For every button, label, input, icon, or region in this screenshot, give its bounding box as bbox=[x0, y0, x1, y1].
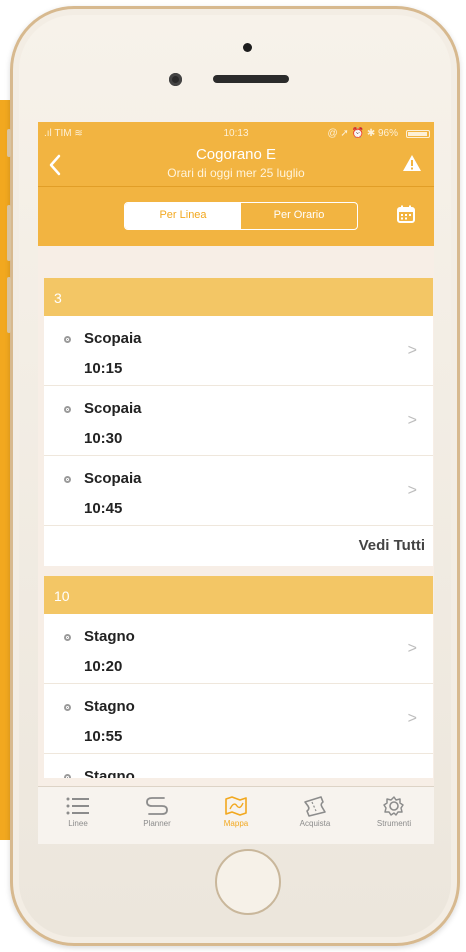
page-subtitle: Orari di oggi mer 25 luglio bbox=[167, 166, 305, 180]
volume-down-button bbox=[7, 277, 11, 333]
battery-level bbox=[408, 132, 428, 136]
per-linea-tab[interactable]: Per Linea bbox=[125, 203, 241, 229]
calendar-button[interactable] bbox=[396, 204, 418, 226]
departure-time: 10:45 bbox=[84, 500, 123, 517]
earpiece-speaker bbox=[213, 75, 289, 83]
warning-icon bbox=[403, 155, 421, 171]
departure-row[interactable]: Scopaia 10:45 > bbox=[44, 456, 433, 526]
status-icons: @ ➚ ⏰ ✱ 96% bbox=[327, 128, 399, 139]
list-icon bbox=[66, 797, 89, 815]
stop-dot-icon bbox=[64, 704, 71, 711]
departure-row[interactable]: Scopaia 10:30 > bbox=[44, 386, 433, 456]
status-bar: .ıl TIM ≋ 10:13 @ ➚ ⏰ ✱ 96% bbox=[38, 124, 434, 142]
per-orario-tab[interactable]: Per Orario bbox=[241, 203, 357, 229]
chevron-right-icon: > bbox=[407, 412, 417, 429]
departure-row[interactable]: Stagno 10:20 > bbox=[44, 614, 433, 684]
navigation-bar: Cogorano E Orari di oggi mer 25 luglio bbox=[38, 142, 434, 186]
stop-dot-icon bbox=[64, 476, 71, 483]
tab-planner[interactable]: Planner bbox=[117, 791, 197, 841]
departure-time: 10:30 bbox=[84, 430, 123, 447]
departure-row[interactable]: Stagno 10:55 > bbox=[44, 684, 433, 754]
stop-dot-icon bbox=[64, 406, 71, 413]
schedule-list: 3 Scopaia 10:15 > Scopaia 10:30 > Scopai… bbox=[38, 246, 434, 778]
front-camera bbox=[169, 73, 182, 86]
chevron-right-icon: > bbox=[407, 640, 417, 657]
gear-icon bbox=[383, 796, 404, 816]
destination: Scopaia bbox=[84, 330, 142, 347]
tab-label: Mappa bbox=[223, 819, 249, 828]
ticket-icon bbox=[304, 796, 326, 817]
volume-up-button bbox=[7, 205, 11, 261]
tab-strumenti[interactable]: Strumenti bbox=[354, 791, 434, 841]
tab-label: Linee bbox=[68, 819, 88, 828]
proximity-sensor bbox=[243, 43, 252, 52]
departure-row[interactable]: Stagno > bbox=[44, 754, 433, 778]
stop-dot-icon bbox=[64, 774, 71, 778]
stop-dot-icon bbox=[64, 634, 71, 641]
header-divider bbox=[38, 186, 434, 187]
battery-icon bbox=[406, 130, 430, 138]
departure-time: 10:55 bbox=[84, 728, 123, 745]
chevron-right-icon: > bbox=[407, 482, 417, 499]
view-mode-segmented-control: Per Linea Per Orario bbox=[124, 202, 358, 230]
departure-row[interactable]: Scopaia 10:15 > bbox=[44, 316, 433, 386]
line-header: 10 bbox=[44, 576, 433, 614]
tab-label: Planner bbox=[143, 819, 171, 828]
chevron-right-icon: > bbox=[407, 710, 417, 727]
header: .ıl TIM ≋ 10:13 @ ➚ ⏰ ✱ 96% Cogorano E O… bbox=[38, 122, 434, 246]
route-icon bbox=[146, 797, 168, 815]
map-icon bbox=[225, 796, 247, 816]
tab-mappa[interactable]: Mappa bbox=[196, 791, 276, 841]
tab-label: Acquista bbox=[299, 819, 331, 828]
line-section: 3 Scopaia 10:15 > Scopaia 10:30 > Scopai… bbox=[44, 278, 433, 566]
chevron-right-icon: > bbox=[407, 342, 417, 359]
line-header: 3 bbox=[44, 278, 433, 316]
calendar-icon bbox=[397, 205, 415, 223]
destination: Scopaia bbox=[84, 470, 142, 487]
destination: Stagno bbox=[84, 698, 135, 715]
warning-button[interactable] bbox=[402, 154, 422, 174]
tab-acquista[interactable]: Acquista bbox=[275, 791, 355, 841]
app-screen: .ıl TIM ≋ 10:13 @ ➚ ⏰ ✱ 96% Cogorano E O… bbox=[38, 122, 434, 844]
page-title: Cogorano E bbox=[195, 146, 277, 163]
departure-time: 10:15 bbox=[84, 360, 123, 377]
tab-bar: Linee Planner Mappa Acquista Strumenti bbox=[38, 786, 434, 844]
home-button[interactable] bbox=[215, 849, 281, 915]
vedi-tutti-link[interactable]: Vedi Tutti bbox=[44, 526, 433, 566]
destination: Stagno bbox=[84, 628, 135, 645]
stop-dot-icon bbox=[64, 336, 71, 343]
mute-switch bbox=[7, 129, 11, 157]
destination: Scopaia bbox=[84, 400, 142, 417]
line-section: 10 Stagno 10:20 > Stagno 10:55 > Stagno … bbox=[44, 576, 433, 778]
departure-time: 10:20 bbox=[84, 658, 123, 675]
tab-linee[interactable]: Linee bbox=[38, 791, 118, 841]
destination: Stagno bbox=[84, 768, 135, 778]
tab-label: Strumenti bbox=[376, 819, 412, 828]
